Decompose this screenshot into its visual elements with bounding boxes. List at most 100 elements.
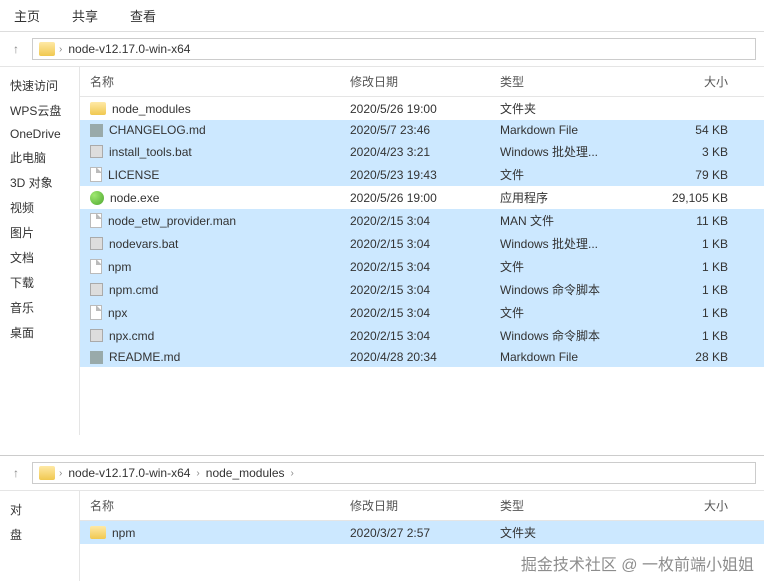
header-date[interactable]: 修改日期 xyxy=(350,73,500,90)
md-icon xyxy=(90,351,103,364)
file-size: 1 KB xyxy=(650,283,740,297)
sidebar-item[interactable]: 下载 xyxy=(4,270,75,295)
file-type: 文件 xyxy=(500,166,650,183)
file-name: npm.cmd xyxy=(109,283,158,297)
exe-icon xyxy=(90,191,104,205)
header-type[interactable]: 类型 xyxy=(500,73,650,90)
file-date: 2020/4/28 20:34 xyxy=(350,350,500,364)
file-name: node.exe xyxy=(110,191,159,205)
file-row[interactable]: LICENSE 2020/5/23 19:43 文件 79 KB xyxy=(80,163,764,186)
file-date: 2020/2/15 3:04 xyxy=(350,237,500,251)
header-size[interactable]: 大小 xyxy=(650,73,740,90)
bat-icon xyxy=(90,329,103,342)
file-row[interactable]: node_modules 2020/5/26 19:00 文件夹 xyxy=(80,97,764,120)
file-type: MAN 文件 xyxy=(500,212,650,229)
watermark-text: 掘金技术社区 @ 一枚前端小姐姐 xyxy=(521,551,754,575)
file-name: node_etw_provider.man xyxy=(108,214,236,228)
breadcrumb[interactable]: › node-v12.17.0-win-x64 › node_modules › xyxy=(32,462,756,484)
file-type: 文件夹 xyxy=(500,524,650,541)
sidebar-item[interactable]: 3D 对象 xyxy=(4,170,75,195)
chevron-right-icon: › xyxy=(196,468,199,479)
tab-view[interactable]: 查看 xyxy=(126,4,160,27)
file-date: 2020/3/27 2:57 xyxy=(350,526,500,540)
file-icon xyxy=(90,305,102,320)
folder-icon xyxy=(39,42,55,56)
file-type: Windows 命令脚本 xyxy=(500,281,650,298)
file-date: 2020/2/15 3:04 xyxy=(350,260,500,274)
file-name: node_modules xyxy=(112,102,191,116)
breadcrumb[interactable]: › node-v12.17.0-win-x64 xyxy=(32,38,756,60)
chevron-right-icon: › xyxy=(59,44,62,55)
nav-up-icon[interactable]: ↑ xyxy=(8,465,24,481)
nav-up-icon[interactable]: ↑ xyxy=(8,41,24,57)
sidebar-item[interactable]: 盘 xyxy=(4,522,75,547)
file-row[interactable]: CHANGELOG.md 2020/5/7 23:46 Markdown Fil… xyxy=(80,120,764,140)
file-size: 29,105 KB xyxy=(650,191,740,205)
sidebar-item[interactable]: 快速访问 xyxy=(4,73,75,98)
file-type: 文件夹 xyxy=(500,100,650,117)
sidebar-item[interactable]: OneDrive xyxy=(4,123,75,145)
file-type: Windows 命令脚本 xyxy=(500,327,650,344)
file-icon xyxy=(90,213,102,228)
file-date: 2020/5/7 23:46 xyxy=(350,123,500,137)
file-name: npx xyxy=(108,306,127,320)
header-name[interactable]: 名称 xyxy=(80,73,350,90)
file-row[interactable]: install_tools.bat 2020/4/23 3:21 Windows… xyxy=(80,140,764,163)
file-size: 54 KB xyxy=(650,123,740,137)
header-type[interactable]: 类型 xyxy=(500,497,650,514)
header-date[interactable]: 修改日期 xyxy=(350,497,500,514)
file-row[interactable]: npm.cmd 2020/2/15 3:04 Windows 命令脚本 1 KB xyxy=(80,278,764,301)
file-row[interactable]: nodevars.bat 2020/2/15 3:04 Windows 批处理.… xyxy=(80,232,764,255)
file-date: 2020/2/15 3:04 xyxy=(350,283,500,297)
sidebar-item[interactable]: WPS云盘 xyxy=(4,98,75,123)
file-row[interactable]: README.md 2020/4/28 20:34 Markdown File … xyxy=(80,347,764,367)
sidebar-item[interactable]: 音乐 xyxy=(4,295,75,320)
bat-icon xyxy=(90,237,103,250)
file-type: Markdown File xyxy=(500,350,650,364)
breadcrumb-segment[interactable]: node-v12.17.0-win-x64 xyxy=(66,42,192,56)
column-headers: 名称 修改日期 类型 大小 xyxy=(80,67,764,97)
breadcrumb-segment[interactable]: node-v12.17.0-win-x64 xyxy=(66,466,192,480)
sidebar-item[interactable]: 文档 xyxy=(4,245,75,270)
file-row[interactable]: node.exe 2020/5/26 19:00 应用程序 29,105 KB xyxy=(80,186,764,209)
file-type: Markdown File xyxy=(500,123,650,137)
file-size: 11 KB xyxy=(650,214,740,228)
folder-icon xyxy=(90,526,106,539)
bat-icon xyxy=(90,283,103,296)
header-name[interactable]: 名称 xyxy=(80,497,350,514)
file-date: 2020/4/23 3:21 xyxy=(350,145,500,159)
file-date: 2020/2/15 3:04 xyxy=(350,329,500,343)
tab-home[interactable]: 主页 xyxy=(10,4,44,27)
file-row[interactable]: npx 2020/2/15 3:04 文件 1 KB xyxy=(80,301,764,324)
sidebar-item[interactable]: 对 xyxy=(4,497,75,522)
folder-icon xyxy=(39,466,55,480)
header-size[interactable]: 大小 xyxy=(650,497,740,514)
breadcrumb-segment[interactable]: node_modules xyxy=(204,466,287,480)
file-type: 应用程序 xyxy=(500,189,650,206)
file-row[interactable]: npm 2020/2/15 3:04 文件 1 KB xyxy=(80,255,764,278)
file-icon xyxy=(90,167,102,182)
file-type: 文件 xyxy=(500,304,650,321)
file-name: LICENSE xyxy=(108,168,159,182)
file-type: Windows 批处理... xyxy=(500,235,650,252)
file-name: CHANGELOG.md xyxy=(109,123,206,137)
file-size: 79 KB xyxy=(650,168,740,182)
file-size: 1 KB xyxy=(650,237,740,251)
file-row[interactable]: node_etw_provider.man 2020/2/15 3:04 MAN… xyxy=(80,209,764,232)
file-type: Windows 批处理... xyxy=(500,143,650,160)
chevron-right-icon: › xyxy=(291,468,294,479)
tab-share[interactable]: 共享 xyxy=(68,4,102,27)
navbar: ↑ › node-v12.17.0-win-x64 xyxy=(0,32,764,67)
sidebar-item[interactable]: 视频 xyxy=(4,195,75,220)
file-date: 2020/2/15 3:04 xyxy=(350,306,500,320)
sidebar-item[interactable]: 此电脑 xyxy=(4,145,75,170)
file-name: npm xyxy=(108,260,131,274)
sidebar-item[interactable]: 桌面 xyxy=(4,320,75,345)
file-row[interactable]: npx.cmd 2020/2/15 3:04 Windows 命令脚本 1 KB xyxy=(80,324,764,347)
file-size: 1 KB xyxy=(650,306,740,320)
sidebar: 对盘 xyxy=(0,491,80,581)
file-list: 名称 修改日期 类型 大小 node_modules 2020/5/26 19:… xyxy=(80,67,764,435)
file-row[interactable]: npm 2020/3/27 2:57 文件夹 xyxy=(80,521,764,544)
file-name: npx.cmd xyxy=(109,329,154,343)
sidebar-item[interactable]: 图片 xyxy=(4,220,75,245)
